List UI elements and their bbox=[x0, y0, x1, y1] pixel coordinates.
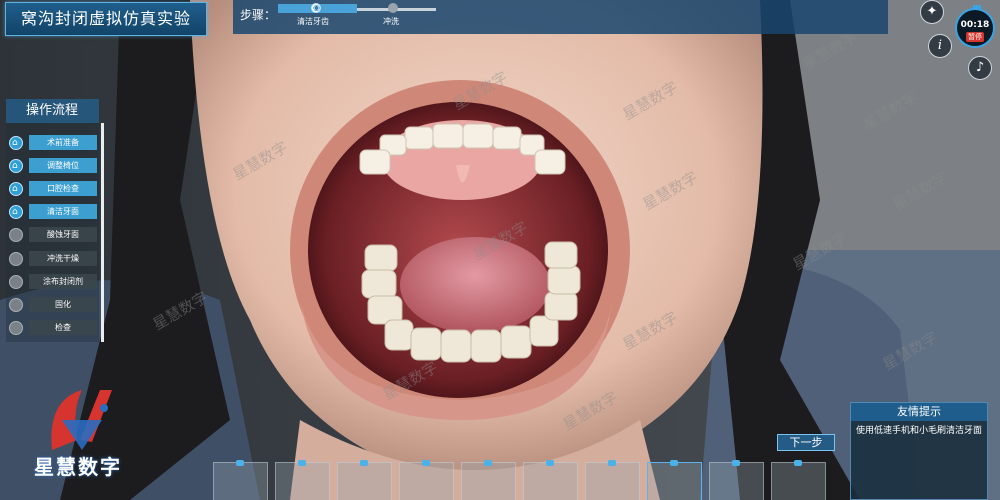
tool-pin-icon bbox=[298, 460, 306, 466]
status-dot-icon bbox=[9, 274, 23, 289]
process-item-label[interactable]: 涂布封闭剂 bbox=[29, 273, 97, 289]
tooth-icon: ◉ bbox=[313, 3, 320, 12]
process-item[interactable]: ⌂ 调整椅位 bbox=[6, 156, 99, 176]
next-step-button[interactable]: 下一步 bbox=[777, 434, 835, 451]
process-item-label[interactable]: 清洁牙面 bbox=[29, 204, 97, 220]
hint-title: 友情提示 bbox=[851, 403, 987, 421]
tool-slot[interactable] bbox=[709, 460, 764, 500]
tool-pin-icon bbox=[670, 460, 678, 466]
tool-slot[interactable] bbox=[523, 460, 578, 500]
tool-slot[interactable] bbox=[461, 460, 516, 500]
tool-slot[interactable] bbox=[337, 460, 392, 500]
tooth-icon: ⌂ bbox=[12, 184, 18, 195]
process-item-label[interactable]: 冲洗干燥 bbox=[29, 250, 97, 266]
process-panel: 操作流程 ⌂ 术前准备 ⌂ 调整椅位 ⌂ 口腔检查 ⌂ 清洁牙面酸蚀牙面冲洗干燥涂布封闭剂固化… bbox=[6, 99, 104, 342]
process-header: 操作流程 bbox=[6, 99, 99, 123]
check-icon: ⌂ bbox=[9, 205, 23, 220]
tool-pin-icon bbox=[236, 460, 244, 466]
process-item[interactable]: 冲洗干燥 bbox=[6, 249, 99, 269]
tool-pin-icon bbox=[608, 460, 616, 466]
status-dot-icon bbox=[9, 251, 23, 266]
step-node-next[interactable] bbox=[388, 3, 398, 13]
process-item-label[interactable]: 固化 bbox=[29, 296, 97, 312]
logo-text: 星慧数字 bbox=[34, 455, 122, 479]
process-item[interactable]: ⌂ 术前准备 bbox=[6, 133, 99, 153]
step-name: 清洁牙齿 bbox=[297, 17, 329, 26]
process-item[interactable]: ⌂ 口腔检查 bbox=[6, 179, 99, 199]
tooth-icon: ⌂ bbox=[12, 138, 18, 148]
process-item[interactable]: 固化 bbox=[6, 295, 99, 315]
tool-pin-icon bbox=[732, 460, 740, 466]
step-name: 冲洗 bbox=[383, 17, 399, 26]
timer: 00:18 暂停 bbox=[955, 5, 995, 48]
status-dot-icon bbox=[9, 297, 23, 312]
status-dot-icon bbox=[9, 320, 23, 335]
process-item[interactable]: 涂布封闭剂 bbox=[6, 272, 99, 292]
tool-pin-icon bbox=[484, 460, 492, 466]
step-bar: 步骤： ◉ 清洁牙齿 冲洗 bbox=[233, 0, 888, 34]
hint-text: 使用低速手机和小毛刷清洁牙面 bbox=[856, 426, 983, 436]
tool-slot[interactable] bbox=[647, 460, 702, 500]
tool-slot[interactable] bbox=[585, 460, 640, 500]
process-item[interactable]: ⌂ 清洁牙面 bbox=[6, 202, 99, 222]
step-label: 步骤： bbox=[240, 8, 277, 22]
scrollbar-thumb[interactable] bbox=[101, 123, 104, 342]
check-icon: ⌂ bbox=[9, 136, 23, 150]
tool-pin-icon bbox=[422, 460, 430, 466]
process-item[interactable]: 检查 bbox=[6, 318, 99, 338]
tool-slot[interactable] bbox=[399, 460, 454, 500]
process-item-label[interactable]: 口腔检查 bbox=[29, 181, 97, 197]
music-icon[interactable]: ♪ bbox=[968, 56, 992, 80]
timer-time: 00:18 bbox=[960, 20, 990, 30]
tooth-icon: ⌂ bbox=[12, 161, 18, 172]
tooth-icon: ⌂ bbox=[12, 207, 18, 218]
check-icon: ⌂ bbox=[9, 182, 23, 197]
process-item-label[interactable]: 调整椅位 bbox=[29, 158, 97, 174]
app-title: 窝沟封闭虚拟仿真实验 bbox=[5, 2, 207, 36]
status-dot-icon bbox=[9, 228, 23, 243]
pause-button[interactable]: 暂停 bbox=[966, 32, 984, 42]
process-item-label[interactable]: 术前准备 bbox=[29, 135, 97, 150]
tool-slot[interactable] bbox=[275, 460, 330, 500]
process-item-label[interactable]: 检查 bbox=[29, 319, 97, 335]
tool-slot[interactable] bbox=[213, 460, 268, 500]
tool-slot[interactable] bbox=[771, 460, 826, 500]
check-icon: ⌂ bbox=[9, 159, 23, 174]
process-item-label[interactable]: 酸蚀牙面 bbox=[29, 227, 97, 243]
tool-pin-icon bbox=[794, 460, 802, 466]
scrollbar[interactable] bbox=[101, 123, 104, 342]
hint-panel: 友情提示 使用低速手机和小毛刷清洁牙面 bbox=[850, 402, 988, 500]
timer-knob bbox=[973, 5, 981, 9]
step-node-current[interactable]: ◉ bbox=[311, 3, 321, 13]
info-icon[interactable]: i bbox=[928, 34, 952, 58]
tool-pin-icon bbox=[360, 460, 368, 466]
tool-pin-icon bbox=[546, 460, 554, 466]
process-item[interactable]: 酸蚀牙面 bbox=[6, 225, 99, 245]
person-icon[interactable]: ✦ bbox=[920, 0, 944, 24]
